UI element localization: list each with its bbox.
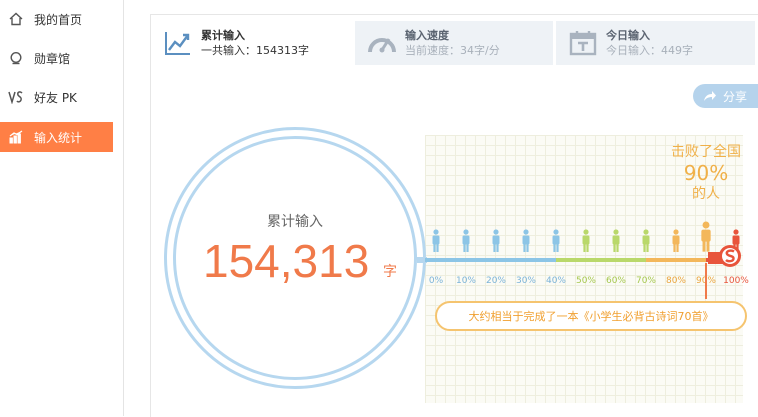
sidebar-item-label: 我的首页 xyxy=(34,12,83,27)
defeat-percent: 90% xyxy=(683,161,729,185)
sidebar-item-label: 勋章馆 xyxy=(34,51,71,66)
progress-segment xyxy=(436,258,466,262)
percent-tick-label: 80% xyxy=(665,276,686,286)
total-unit: 字 xyxy=(383,264,397,280)
progress-segment xyxy=(676,258,706,262)
progress-segment xyxy=(496,258,526,262)
sogou-logo-marker xyxy=(708,244,744,268)
percent-tick-label: 50% xyxy=(575,276,596,286)
defeat-line1: 击败了全国 xyxy=(671,144,741,160)
percent-tick-label: 10% xyxy=(455,276,476,286)
percent-tick-label: 70% xyxy=(635,276,656,286)
progress-segment xyxy=(466,258,496,262)
person-figure-icon xyxy=(551,229,561,253)
sidebar-item-label: 好友 PK xyxy=(34,90,77,105)
person-figure-icon xyxy=(581,229,591,253)
progress-segment xyxy=(616,258,646,262)
progress-segment xyxy=(526,258,556,262)
sidebar-item-home[interactable]: 我的首页 xyxy=(0,4,113,34)
share-label: 分享 xyxy=(723,89,748,104)
tab-title: 今日输入 xyxy=(606,28,650,42)
tab-total-input[interactable]: 累计输入 一共输入：154313字 xyxy=(151,21,353,65)
stats-card: 累计输入 一共输入：154313字 输入速度 当前速度：34字/分 今日输入 今… xyxy=(150,14,758,417)
tab-title: 累计输入 xyxy=(201,28,245,42)
calendar-icon xyxy=(568,28,598,58)
percent-tick-label: 40% xyxy=(545,276,566,286)
current-pointer xyxy=(705,263,707,299)
chart-icon xyxy=(8,129,24,145)
person-figure-icon xyxy=(431,229,441,253)
sidebar: 我的首页 勋章馆 好友 PK 输入统计 xyxy=(0,0,124,416)
defeat-line3: 的人 xyxy=(692,186,720,202)
home-icon xyxy=(8,11,24,27)
progress-segment xyxy=(556,258,586,262)
tab-subtitle: 今日输入：449字 xyxy=(606,43,693,57)
sidebar-item-medals[interactable]: 勋章馆 xyxy=(0,43,113,73)
tab-input-speed[interactable]: 输入速度 当前速度：34字/分 xyxy=(355,21,553,65)
share-arrow-icon xyxy=(703,90,717,102)
defeat-summary: 击败了全国 90% 的人 xyxy=(661,143,751,203)
person-figure-icon xyxy=(461,229,471,253)
percent-tick-label: 0% xyxy=(428,276,444,286)
versus-icon xyxy=(8,89,24,105)
tab-subtitle: 一共输入：154313字 xyxy=(201,43,309,57)
medal-icon xyxy=(8,50,24,66)
speedometer-icon xyxy=(367,28,397,58)
tab-today-input[interactable]: 今日输入 今日输入：449字 xyxy=(556,21,755,65)
sidebar-item-input-stats[interactable]: 输入统计 xyxy=(0,122,113,152)
achievement-banner: 大约相当于完成了一本《小学生必背古诗词70首》 xyxy=(435,301,747,331)
percent-tick-label: 100% xyxy=(723,276,749,286)
tab-subtitle: 当前速度：34字/分 xyxy=(405,43,500,57)
trend-chart-icon xyxy=(163,28,193,58)
person-figure-icon xyxy=(491,229,501,253)
percent-tick-label: 30% xyxy=(515,276,536,286)
sidebar-item-friend-pk[interactable]: 好友 PK xyxy=(0,82,113,112)
person-figure-icon xyxy=(521,229,531,253)
progress-segment xyxy=(646,258,676,262)
total-value: 154,313 xyxy=(203,235,370,287)
total-label: 累计输入 xyxy=(267,214,323,230)
share-button[interactable]: 分享 xyxy=(693,84,758,108)
person-figure-icon xyxy=(641,229,651,253)
percent-tick-label: 60% xyxy=(605,276,626,286)
progress-segment xyxy=(425,258,436,262)
sidebar-item-label: 输入统计 xyxy=(34,130,83,145)
tab-title: 输入速度 xyxy=(405,28,449,42)
person-figure-icon xyxy=(611,229,621,253)
percent-tick-label: 20% xyxy=(485,276,506,286)
progress-segment xyxy=(586,258,616,262)
person-figure-icon xyxy=(671,229,681,253)
